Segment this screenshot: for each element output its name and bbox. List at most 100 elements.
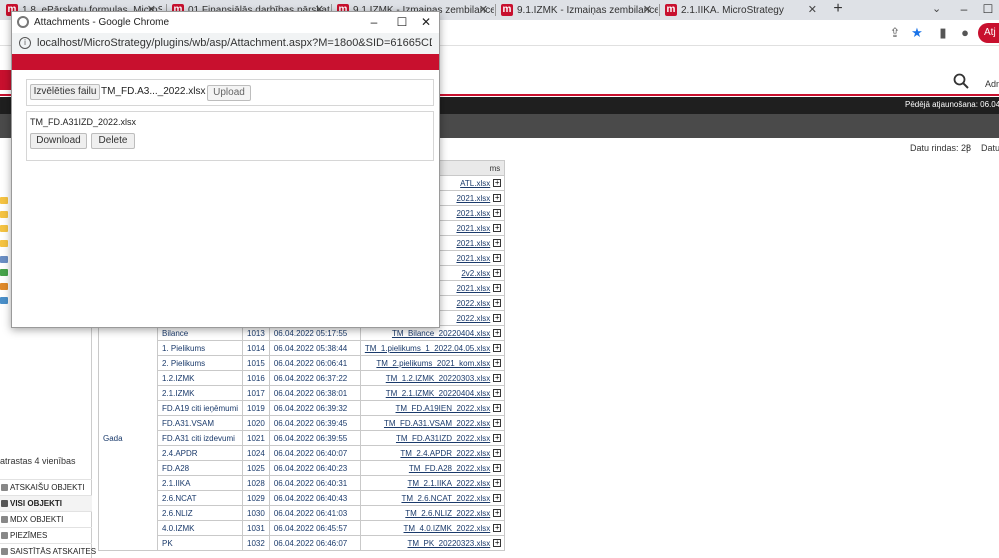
share-icon[interactable]: ⇪ (887, 25, 903, 41)
dataset-icon[interactable] (0, 297, 8, 304)
add-attachment-icon[interactable]: + (493, 374, 502, 383)
add-attachment-icon[interactable]: + (493, 389, 502, 398)
attachment-file-text[interactable]: TM_FD.A19IEN_2022.xlsx (396, 404, 491, 413)
attachment-file-text[interactable]: TM_PK_20220323.xlsx (408, 539, 491, 548)
attachment-link[interactable]: TM_2.6.NLIZ_2022.xlsx + (359, 505, 506, 521)
folder-icon[interactable] (0, 197, 8, 204)
sidebar-item-notes[interactable]: PIEZĪMES (0, 527, 92, 543)
attachment-file-text[interactable]: 2v2.xlsx (461, 269, 490, 278)
maximize-icon[interactable]: ☐ (391, 14, 413, 30)
attachment-link[interactable]: TM_2.1.IZMK_20220404.xlsx + (359, 385, 506, 401)
add-attachment-icon[interactable]: + (493, 479, 502, 488)
maximize-window-icon[interactable]: ☐ (977, 0, 999, 20)
attachment-file-text[interactable]: TM_2.pielikums_2021_kom.xlsx (376, 359, 490, 368)
attachment-link[interactable]: TM_1.2.IZMK_20220303.xlsx + (359, 370, 506, 386)
update-button[interactable]: Atj (978, 23, 999, 43)
add-attachment-icon[interactable]: + (493, 284, 502, 293)
attachment-file-text[interactable]: 2021.xlsx (456, 284, 490, 293)
close-tab-icon[interactable]: ✕ (808, 3, 817, 16)
add-attachment-icon[interactable]: + (493, 494, 502, 503)
browser-tab[interactable]: m 2.1.IIKA. MicroStrategy ✕ (659, 0, 823, 20)
document-icon[interactable] (0, 269, 8, 276)
popup-url[interactable]: localhost/MicroStrategy/plugins/wb/asp/A… (37, 37, 432, 49)
folder-icon[interactable] (0, 240, 8, 247)
attachment-link[interactable]: TM_FD.A28_2022.xlsx + (359, 460, 506, 476)
sidebar-item-report-objects[interactable]: ATSKAIŠU OBJEKTI (0, 479, 92, 495)
attachment-file-text[interactable]: 2021.xlsx (456, 239, 490, 248)
close-tab-icon[interactable]: ✕ (643, 3, 652, 16)
attachment-file-text[interactable]: 2021.xlsx (456, 254, 490, 263)
attachment-file-text[interactable]: TM_2.6.NLIZ_2022.xlsx (405, 509, 490, 518)
add-attachment-icon[interactable]: + (493, 269, 502, 278)
attachment-file-text[interactable]: TM_1.2.IZMK_20220303.xlsx (386, 374, 491, 383)
add-attachment-icon[interactable]: + (493, 539, 502, 548)
report-icon[interactable] (0, 256, 8, 263)
choose-file-button[interactable]: Izvēlēties failu (30, 84, 100, 100)
add-attachment-icon[interactable]: + (493, 359, 502, 368)
upload-button[interactable]: Upload (207, 85, 251, 101)
close-icon[interactable]: ✕ (415, 14, 437, 30)
minimize-window-icon[interactable]: – (953, 0, 975, 20)
delete-button[interactable]: Delete (91, 133, 135, 149)
download-button[interactable]: Download (30, 133, 87, 149)
side-panel-icon[interactable]: ▮ (935, 25, 951, 41)
attachment-file-text[interactable]: TM_Bilance_20220404.xlsx (392, 329, 490, 338)
attachment-file-text[interactable]: ATL.xlsx (460, 179, 490, 188)
attachment-link[interactable]: TM_FD.A31.VSAM_2022.xlsx + (359, 415, 506, 431)
sidebar-item-all-objects[interactable]: VISI OBJEKTI (0, 495, 92, 511)
attachment-file-text[interactable]: 2021.xlsx (456, 209, 490, 218)
site-info-icon[interactable]: i (19, 37, 31, 49)
add-attachment-icon[interactable]: + (493, 239, 502, 248)
attachment-file-text[interactable]: TM_FD.A28_2022.xlsx (409, 464, 490, 473)
attachment-file-text[interactable]: TM_2.1.IZMK_20220404.xlsx (386, 389, 491, 398)
close-tab-icon[interactable]: ✕ (479, 3, 488, 16)
add-attachment-icon[interactable]: + (493, 179, 502, 188)
attachment-file-text[interactable]: TM_2.1.IIKA_2022.xlsx (408, 479, 491, 488)
add-attachment-icon[interactable]: + (493, 419, 502, 428)
attachment-link[interactable]: TM_FD.A31IZD_2022.xlsx + (359, 430, 506, 446)
add-attachment-icon[interactable]: + (493, 524, 502, 533)
add-attachment-icon[interactable]: + (493, 224, 502, 233)
attachment-link[interactable]: TM_4.0.IZMK_2022.xlsx + (359, 520, 506, 536)
sidebar-item-mdx-objects[interactable]: MDX OBJEKTI (0, 511, 92, 527)
new-tab-button[interactable]: + (830, 0, 846, 20)
folder-icon[interactable] (0, 225, 8, 232)
browser-tab[interactable]: m 9.1.IZMK - Izmaiņas zembilances ✕ (495, 0, 658, 20)
add-attachment-icon[interactable]: + (493, 299, 502, 308)
attachment-link[interactable]: TM_FD.A19IEN_2022.xlsx + (359, 400, 506, 416)
attachment-file-text[interactable]: TM_1.pielikums_1_2022.04.05.xlsx (365, 344, 490, 353)
folder-icon[interactable] (0, 211, 8, 218)
sidebar-item-linked-reports[interactable]: SAISTĪTĀS ATSKAITES (0, 543, 96, 558)
attachment-link[interactable]: TM_2.4.APDR_2022.xlsx + (359, 445, 506, 461)
add-attachment-icon[interactable]: + (493, 404, 502, 413)
attachment-file-text[interactable]: TM_4.0.IZMK_2022.xlsx (404, 524, 491, 533)
attachment-file-text[interactable]: TM_2.4.APDR_2022.xlsx (400, 449, 490, 458)
add-attachment-icon[interactable]: + (493, 329, 502, 338)
attachment-file-text[interactable]: 2022.xlsx (456, 299, 490, 308)
attachment-link[interactable]: TM_PK_20220323.xlsx + (359, 535, 506, 551)
admin-menu[interactable]: Adm (985, 79, 999, 89)
cube-icon[interactable] (0, 283, 8, 290)
add-attachment-icon[interactable]: + (493, 464, 502, 473)
minimize-icon[interactable]: – (363, 14, 385, 30)
add-attachment-icon[interactable]: + (493, 254, 502, 263)
add-attachment-icon[interactable]: + (493, 194, 502, 203)
tab-search-chevron-icon[interactable]: ⌄ (932, 2, 941, 15)
add-attachment-icon[interactable]: + (493, 209, 502, 218)
attachment-link[interactable]: TM_2.6.NCAT_2022.xlsx + (359, 490, 506, 506)
search-icon[interactable] (953, 73, 969, 94)
add-attachment-icon[interactable]: + (493, 434, 502, 443)
attachment-file-text[interactable]: TM_2.6.NCAT_2022.xlsx (401, 494, 490, 503)
attachment-link[interactable]: TM_2.pielikums_2021_kom.xlsx + (359, 355, 506, 371)
add-attachment-icon[interactable]: + (493, 449, 502, 458)
profile-icon[interactable]: ● (957, 25, 973, 41)
attachment-file-text[interactable]: 2021.xlsx (456, 194, 490, 203)
attachment-file-text[interactable]: TM_FD.A31.VSAM_2022.xlsx (384, 419, 490, 428)
add-attachment-icon[interactable]: + (493, 509, 502, 518)
add-attachment-icon[interactable]: + (493, 344, 502, 353)
attachment-link[interactable]: TM_2.1.IIKA_2022.xlsx + (359, 475, 506, 491)
attachment-file-text[interactable]: TM_FD.A31IZD_2022.xlsx (396, 434, 490, 443)
attachment-file-text[interactable]: 2021.xlsx (456, 224, 490, 233)
add-attachment-icon[interactable]: + (493, 314, 502, 323)
attachment-link[interactable]: TM_1.pielikums_1_2022.04.05.xlsx + (359, 340, 506, 356)
